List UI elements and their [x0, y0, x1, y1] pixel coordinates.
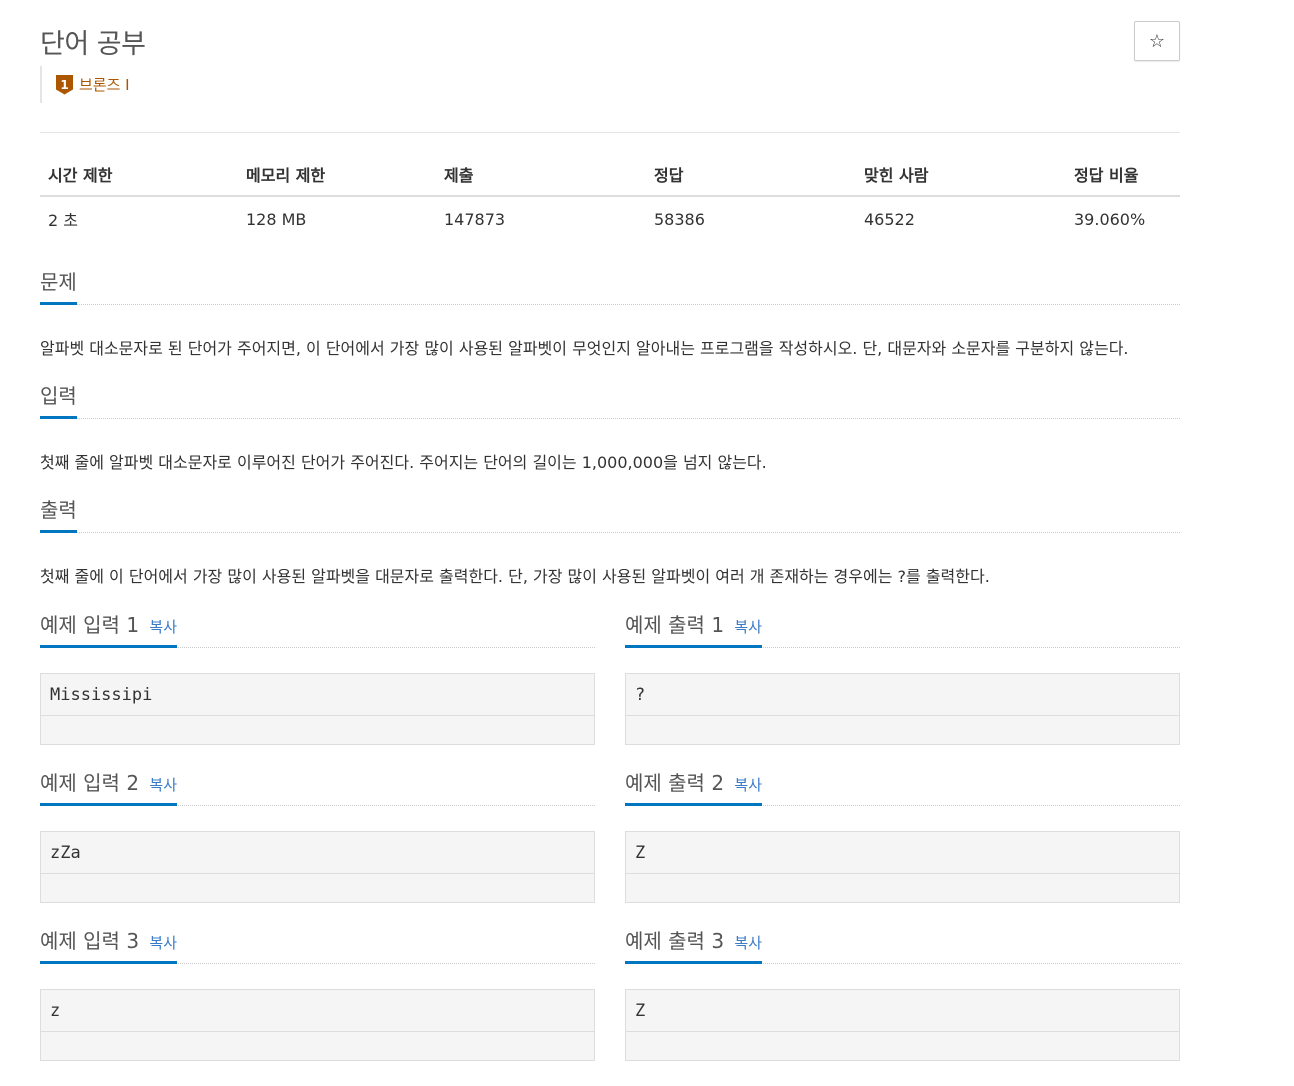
sample-output-3-code: Z: [626, 990, 1179, 1032]
sample-input-1-header: 예제 입력 1 복사: [40, 609, 595, 648]
tier-badge-icon: 1: [56, 74, 73, 95]
sample-output-1-heading: 예제 출력 1: [625, 613, 725, 637]
stats-header-accepted: 정답: [646, 152, 856, 197]
sample-input-2-heading: 예제 입력 2: [40, 771, 140, 795]
description-text: 알파벳 대소문자로 된 단어가 주어지면, 이 단어에서 가장 많이 사용된 알…: [40, 339, 1129, 358]
tier-link[interactable]: 1 브론즈 I: [40, 66, 130, 103]
stats-value-accepted: 58386: [654, 209, 705, 229]
stats-header-time: 시간 제한: [40, 152, 238, 197]
sample-input-2-box[interactable]: zZa: [40, 831, 595, 903]
sample-input-3-box[interactable]: z: [40, 989, 595, 1061]
sample-output-2-heading: 예제 출력 2: [625, 771, 725, 795]
output-section-header: 출력: [40, 494, 1180, 533]
copy-sample-input-1-button[interactable]: 복사: [149, 618, 177, 636]
input-text: 첫째 줄에 알파벳 대소문자로 이루어진 단어가 주어진다. 주어지는 단어의 …: [40, 453, 767, 472]
tier-label: 브론즈 I: [79, 76, 130, 94]
sample-input-1-code: Mississipi: [41, 674, 594, 716]
star-icon: ☆: [1148, 30, 1166, 52]
sample-output-2-box[interactable]: Z: [625, 831, 1180, 903]
sample-output-2-header: 예제 출력 2 복사: [625, 767, 1180, 806]
input-section-header: 입력: [40, 380, 1180, 419]
divider: [40, 132, 1180, 133]
input-heading: 입력: [40, 380, 77, 419]
copy-sample-output-1-button[interactable]: 복사: [734, 618, 762, 636]
copy-sample-input-2-button[interactable]: 복사: [149, 776, 177, 794]
stats-value-memory: 128 MB: [246, 209, 307, 229]
sample-input-2-header: 예제 입력 2 복사: [40, 767, 595, 806]
sample-output-3-heading: 예제 출력 3: [625, 929, 725, 953]
copy-sample-output-2-button[interactable]: 복사: [734, 776, 762, 794]
sample-input-1-heading: 예제 입력 1: [40, 613, 140, 637]
stats-value-submissions: 147873: [444, 209, 506, 229]
sample-input-3-heading: 예제 입력 3: [40, 929, 140, 953]
description-section-header: 문제: [40, 266, 1180, 305]
sample-input-3-code: z: [41, 990, 594, 1032]
stats-header-memory: 메모리 제한: [238, 152, 436, 197]
table-row: 2 초 128 MB 147873 58386 46522 39.060%: [40, 196, 1180, 239]
problem-stats-table: 시간 제한 메모리 제한 제출 정답 맞힌 사람 정답 비율 2 초 128 M…: [40, 152, 1180, 239]
stats-value-time: 2 초: [48, 211, 78, 230]
output-heading: 출력: [40, 494, 77, 533]
problem-title: 단어 공부: [40, 29, 146, 60]
stats-value-ratio: 39.060%: [1074, 209, 1146, 229]
stats-header-solvers: 맞힌 사람: [856, 152, 1066, 197]
sample-input-3-header: 예제 입력 3 복사: [40, 925, 595, 964]
stats-value-solvers: 46522: [864, 209, 915, 229]
sample-output-1-code: ?: [626, 674, 1179, 716]
description-heading: 문제: [40, 266, 77, 305]
copy-sample-input-3-button[interactable]: 복사: [149, 934, 177, 952]
output-text: 첫째 줄에 이 단어에서 가장 많이 사용된 알파벳을 대문자로 출력한다. 단…: [40, 567, 990, 586]
sample-output-3-header: 예제 출력 3 복사: [625, 925, 1180, 964]
stats-header-submissions: 제출: [436, 152, 646, 197]
sample-output-3-box[interactable]: Z: [625, 989, 1180, 1061]
sample-input-1-box[interactable]: Mississipi: [40, 673, 595, 745]
sample-input-2-code: zZa: [41, 832, 594, 874]
sample-output-1-header: 예제 출력 1 복사: [625, 609, 1180, 648]
copy-sample-output-3-button[interactable]: 복사: [734, 934, 762, 952]
sample-output-2-code: Z: [626, 832, 1179, 874]
sample-output-1-box[interactable]: ?: [625, 673, 1180, 745]
star-button[interactable]: ☆: [1134, 21, 1180, 61]
stats-header-ratio: 정답 비율: [1066, 152, 1180, 197]
